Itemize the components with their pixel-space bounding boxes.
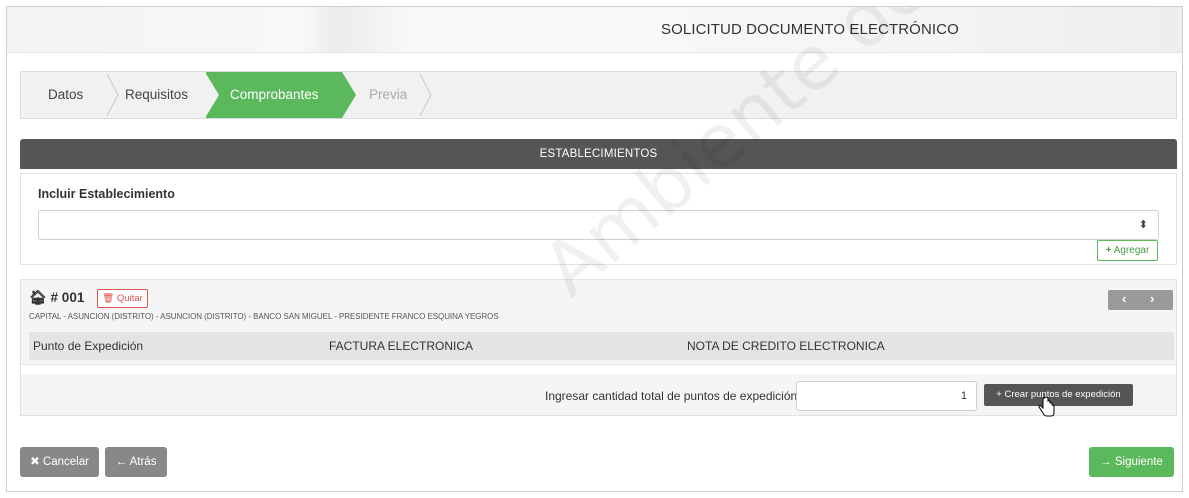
cancel-button[interactable]: ✖ Cancelar bbox=[20, 447, 99, 477]
quitar-button[interactable]: 🗑︎ Quitar bbox=[97, 289, 148, 308]
arrow-right-icon: → bbox=[1100, 456, 1112, 468]
cantidad-input[interactable]: 1 bbox=[796, 381, 977, 411]
agregar-label: Agregar bbox=[1113, 245, 1150, 256]
home-icon: 🏠︎ bbox=[29, 289, 47, 305]
incluir-label: Incluir Establecimiento bbox=[38, 187, 175, 201]
page-header: SOLICITUD DOCUMENTO ELECTRÓNICO bbox=[7, 7, 1182, 53]
step-requisitos[interactable]: Requisitos bbox=[109, 72, 217, 118]
back-button[interactable]: ← Atrás bbox=[105, 447, 167, 477]
crear-label: Crear puntos de expedición bbox=[1004, 389, 1121, 400]
cantidad-label: Ingresar cantidad total de puntos de exp… bbox=[545, 389, 798, 403]
establecimiento-title: 🏠︎ # 001 bbox=[29, 289, 84, 306]
plus-icon: + bbox=[996, 389, 1002, 400]
next-label: Siguiente bbox=[1114, 456, 1163, 468]
quitar-label: Quitar bbox=[116, 293, 143, 304]
chevron-right-icon[interactable]: › bbox=[1150, 291, 1154, 306]
arrow-left-icon: ← bbox=[115, 456, 128, 468]
column-header: Punto de Expedición bbox=[33, 339, 144, 353]
crear-puntos-button[interactable]: + Crear puntos de expedición bbox=[984, 384, 1133, 406]
cancel-label: Cancelar bbox=[42, 456, 89, 468]
establecimiento-select[interactable]: ⬍ bbox=[38, 210, 1159, 240]
puntos-expedicion-table-header: Punto de Expedición FACTURA ELECTRONICA … bbox=[29, 332, 1174, 360]
step-comprobantes[interactable]: Comprobantes bbox=[205, 72, 356, 118]
trash-icon: 🗑︎ bbox=[102, 293, 115, 304]
wizard-steps: Datos Requisitos Comprobantes Previa bbox=[20, 71, 1177, 119]
step-separator bbox=[419, 74, 433, 116]
establecimiento-card: 🏠︎ # 001 🗑︎ Quitar CAPITAL - ASUNCION (D… bbox=[20, 279, 1177, 416]
back-label: Atrás bbox=[129, 456, 157, 468]
hand-cursor-icon bbox=[1037, 396, 1057, 419]
establecimientos-header: ESTABLECIMIENTOS bbox=[20, 139, 1177, 169]
select-arrows-icon: ⬍ bbox=[1138, 219, 1148, 231]
close-icon: ✖ bbox=[30, 456, 40, 468]
table-body bbox=[21, 364, 1176, 374]
step-datos[interactable]: Datos bbox=[21, 72, 106, 118]
establecimiento-address: CAPITAL - ASUNCION (DISTRITO) - ASUNCION… bbox=[29, 312, 499, 321]
app-window: SOLICITUD DOCUMENTO ELECTRÓNICO Datos Re… bbox=[6, 6, 1183, 492]
column-header: NOTA DE CREDITO ELECTRONICA bbox=[687, 339, 885, 353]
next-button[interactable]: → Siguiente bbox=[1089, 447, 1174, 477]
establecimiento-number: # 001 bbox=[50, 290, 85, 305]
plus-icon: + bbox=[1105, 245, 1112, 256]
incluir-establecimiento-panel: Incluir Establecimiento ⬍ + Agregar bbox=[20, 173, 1177, 265]
page-title: SOLICITUD DOCUMENTO ELECTRÓNICO bbox=[661, 21, 959, 38]
chevron-left-icon[interactable]: ‹ bbox=[1122, 291, 1126, 306]
nav-button-group: ‹ › bbox=[1108, 290, 1173, 310]
column-header: FACTURA ELECTRONICA bbox=[329, 339, 474, 353]
agregar-button[interactable]: + Agregar bbox=[1097, 240, 1158, 261]
